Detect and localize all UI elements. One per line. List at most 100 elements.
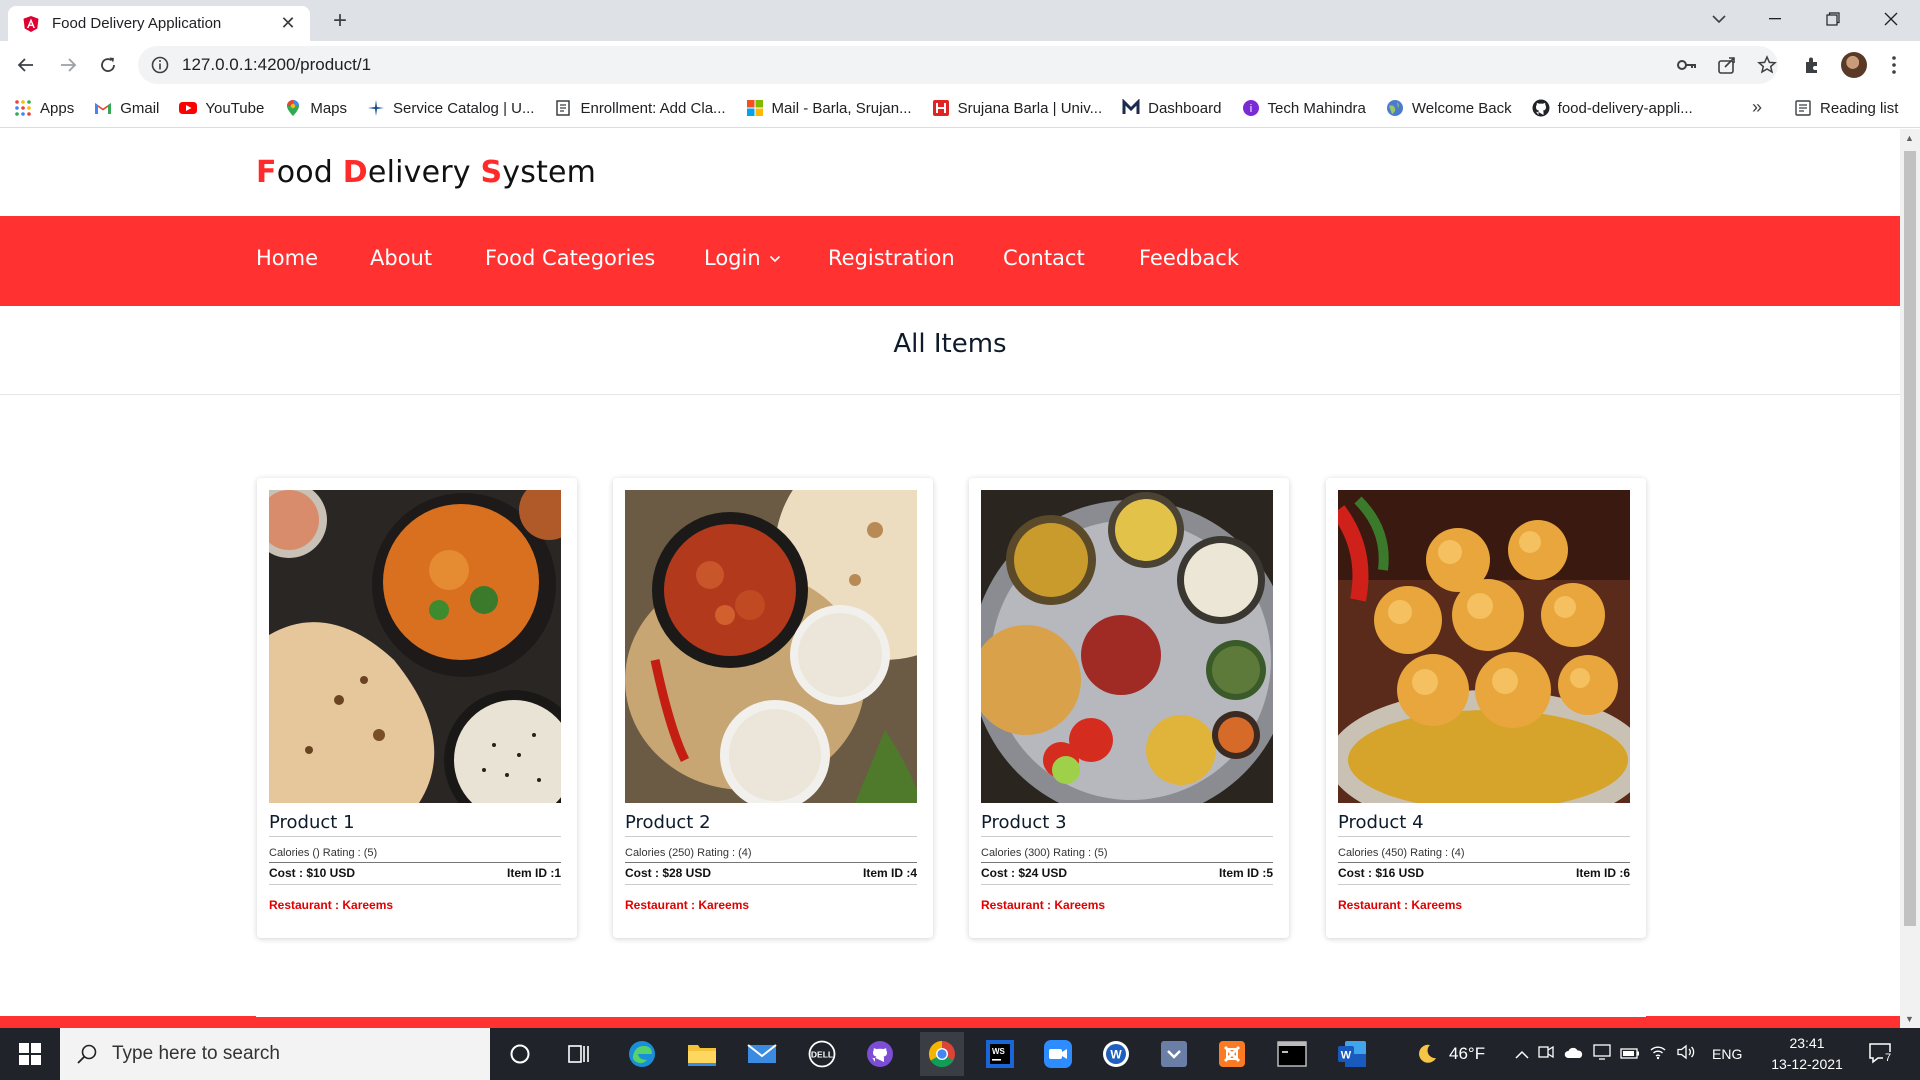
scroll-down-icon[interactable]: ▼ <box>1905 1014 1914 1024</box>
address-bar[interactable]: 127.0.0.1:4200/product/1 <box>138 46 1778 84</box>
scroll-up-icon[interactable]: ▲ <box>1905 133 1914 143</box>
nav-food-categories[interactable]: Food Categories <box>485 246 655 270</box>
card-divider <box>269 862 561 863</box>
back-icon[interactable] <box>10 49 42 81</box>
notifications-icon[interactable]: 7 <box>1868 1042 1894 1066</box>
clock-time: 23:41 <box>1789 1035 1825 1051</box>
word-icon[interactable]: W <box>1334 1036 1370 1072</box>
svg-text:i: i <box>1249 103 1251 115</box>
password-key-icon[interactable] <box>1676 54 1698 76</box>
show-hidden-icons-icon[interactable] <box>1512 1046 1532 1063</box>
meet-now-icon[interactable] <box>1532 1045 1560 1063</box>
bookmark-enrollment[interactable]: Enrollment: Add Cla... <box>554 99 726 117</box>
chrome-icon[interactable] <box>920 1032 964 1076</box>
terminal-icon[interactable] <box>1274 1036 1310 1072</box>
product-item-id: Item ID :5 <box>1218 866 1273 880</box>
zoom-icon[interactable] <box>1040 1036 1076 1072</box>
bookmark-dashboard[interactable]: Dashboard <box>1122 99 1222 117</box>
xampp-icon[interactable] <box>1214 1036 1250 1072</box>
microsoft-icon <box>746 100 763 116</box>
page-scrollbar[interactable]: ▲ ▼ <box>1900 129 1920 1028</box>
card-divider <box>1338 836 1630 837</box>
forward-icon[interactable] <box>52 49 84 81</box>
webstorm-icon[interactable]: WS <box>982 1036 1018 1072</box>
tab-search-icon[interactable] <box>1696 0 1742 38</box>
system-tray: ENG <box>1512 1028 1742 1080</box>
app-w-icon[interactable]: W <box>1098 1036 1134 1072</box>
nav-login[interactable]: Login <box>704 246 781 270</box>
volume-icon[interactable] <box>1672 1044 1700 1064</box>
site-brand[interactable]: Food Delivery System <box>256 155 596 190</box>
bookmark-star-icon[interactable] <box>1756 54 1778 76</box>
file-explorer-icon[interactable] <box>684 1036 720 1072</box>
card-divider <box>981 884 1273 885</box>
bookmark-gmail[interactable]: Gmail <box>94 99 159 117</box>
taskbar-search-box[interactable]: Type here to search <box>60 1028 490 1080</box>
product-image <box>981 490 1273 803</box>
main-navbar: Home About Food Categories Login Registr… <box>0 216 1900 306</box>
extensions-icon[interactable] <box>1796 49 1828 81</box>
dell-icon[interactable]: DELL <box>804 1036 840 1072</box>
product-stats: Calories (450) Rating : (4) <box>1338 847 1465 859</box>
product-image <box>1338 490 1630 803</box>
edge-icon[interactable] <box>624 1036 660 1072</box>
bookmark-apps[interactable]: Apps <box>14 99 74 117</box>
nav-about[interactable]: About <box>370 246 432 270</box>
nav-feedback[interactable]: Feedback <box>1139 246 1239 270</box>
url-text: 127.0.0.1:4200/product/1 <box>182 55 372 74</box>
search-icon <box>77 1044 97 1064</box>
card-divider <box>1338 884 1630 885</box>
profile-avatar[interactable] <box>1838 49 1870 81</box>
more-bookmarks-button[interactable]: » <box>1752 97 1762 118</box>
card-divider <box>269 836 561 837</box>
new-tab-icon[interactable]: + <box>325 6 355 36</box>
site-info-icon[interactable] <box>150 55 170 75</box>
reload-icon[interactable] <box>92 49 124 81</box>
close-window-icon[interactable] <box>1868 0 1914 38</box>
minimize-icon[interactable] <box>1752 0 1798 38</box>
product-name: Product 3 <box>981 812 1067 833</box>
menu-dots-icon[interactable] <box>1878 49 1910 81</box>
task-view-icon[interactable] <box>562 1036 598 1072</box>
bookmark-service-catalog[interactable]: Service Catalog | U... <box>367 99 534 117</box>
nav-contact[interactable]: Contact <box>1003 246 1085 270</box>
windows-start-icon[interactable] <box>0 1028 60 1080</box>
network-drive-icon[interactable] <box>1588 1044 1616 1064</box>
restore-icon[interactable] <box>1810 0 1856 38</box>
bookmark-youtube[interactable]: YouTube <box>179 99 264 117</box>
bookmark-maps[interactable]: Maps <box>284 99 347 117</box>
battery-icon[interactable] <box>1616 1046 1644 1063</box>
product-cost: Cost : $16 USD <box>1338 866 1425 880</box>
cortana-icon[interactable] <box>502 1036 538 1072</box>
mail-icon[interactable] <box>744 1036 780 1072</box>
share-icon[interactable] <box>1716 54 1738 76</box>
reading-list-button[interactable]: Reading list <box>1794 99 1898 117</box>
language-indicator[interactable]: ENG <box>1712 1046 1742 1062</box>
app-download-icon[interactable] <box>1156 1036 1192 1072</box>
bookmark-welcome-back[interactable]: Welcome Back <box>1386 99 1512 117</box>
reading-list-icon <box>1795 100 1811 116</box>
nav-registration[interactable]: Registration <box>828 246 955 270</box>
dashboard-icon <box>1122 99 1140 114</box>
windows-taskbar: Type here to search DELL WS W W 46°F ENG… <box>0 1028 1920 1080</box>
scrollbar-thumb[interactable] <box>1904 151 1916 926</box>
close-tab-icon[interactable]: ✕ <box>278 13 298 34</box>
product-card[interactable]: Product 2 Calories (250) Rating : (4) Co… <box>613 478 933 938</box>
wifi-icon[interactable] <box>1644 1044 1672 1064</box>
bookmark-github[interactable]: food-delivery-appli... <box>1532 99 1693 117</box>
product-card[interactable]: Product 1 Calories () Rating : (5) Cost … <box>257 478 577 938</box>
globe-icon <box>1386 100 1403 116</box>
nav-home[interactable]: Home <box>256 246 318 270</box>
onedrive-icon[interactable] <box>1560 1046 1588 1063</box>
browser-tab[interactable]: Food Delivery Application ✕ <box>8 6 310 41</box>
product-card[interactable]: Product 3 Calories (300) Rating : (5) Co… <box>969 478 1289 938</box>
bookmark-university[interactable]: Srujana Barla | Univ... <box>932 99 1102 117</box>
product-card[interactable]: Product 4 Calories (450) Rating : (4) Co… <box>1326 478 1646 938</box>
weather-widget[interactable]: 46°F <box>1415 1028 1485 1080</box>
github-desktop-icon[interactable] <box>862 1036 898 1072</box>
bookmark-label: Service Catalog | U... <box>393 99 535 117</box>
taskbar-clock[interactable]: 23:41 13-12-2021 <box>1762 1033 1852 1075</box>
bookmark-tech-mahindra[interactable]: i Tech Mahindra <box>1242 99 1366 117</box>
product-name: Product 4 <box>1338 812 1424 833</box>
bookmark-mail[interactable]: Mail - Barla, Srujan... <box>746 99 912 117</box>
